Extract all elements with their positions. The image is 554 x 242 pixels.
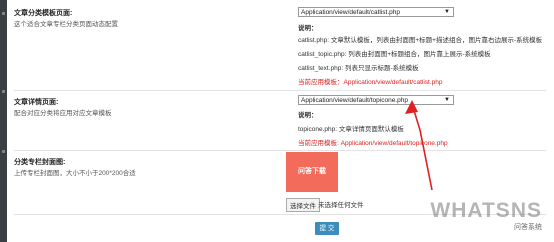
annotation-arrow-icon: [405, 100, 433, 191]
